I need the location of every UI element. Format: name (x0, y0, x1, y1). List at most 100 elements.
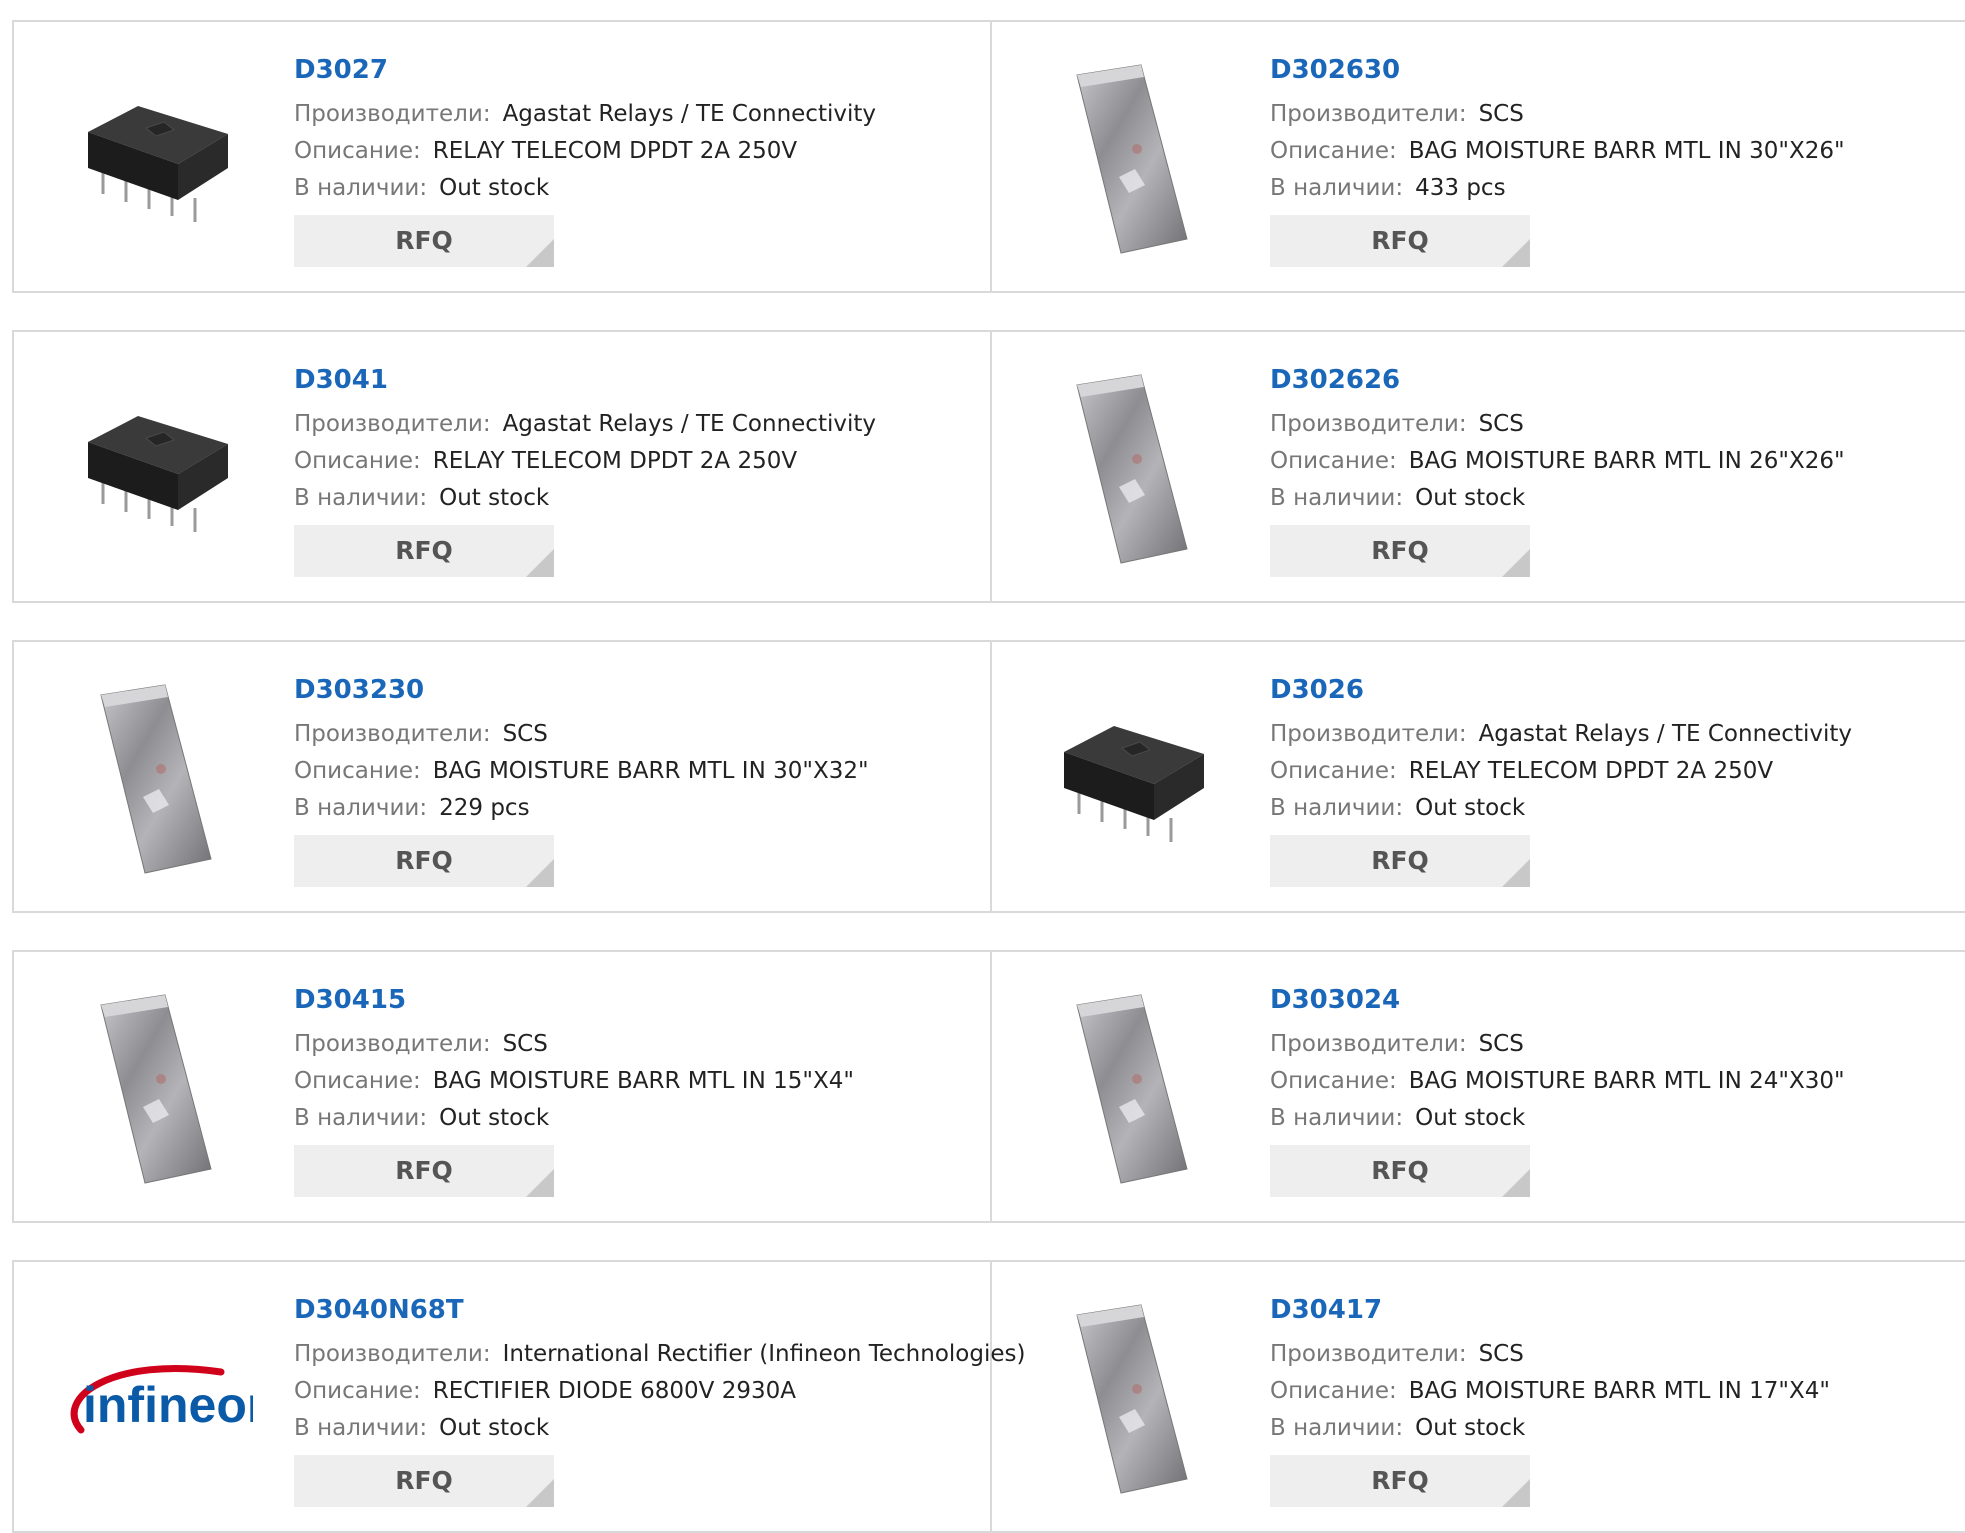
infineon-logo-text: infineon (83, 1377, 253, 1433)
part-number-link[interactable]: D30415 (294, 982, 854, 1018)
manufacturer-line: Производители: SCS (294, 1026, 854, 1063)
manufacturer-label: Производители: (294, 1031, 491, 1057)
rfq-label: RFQ (1371, 226, 1429, 255)
description-value: BAG MOISTURE BARR MTL IN 15"X4" (432, 1068, 854, 1094)
rfq-button[interactable]: RFQ (294, 835, 554, 887)
manufacturer-value: SCS (1478, 411, 1524, 437)
rfq-label: RFQ (1371, 1466, 1429, 1495)
product-info: D302630 Производители: SCS Описание: BAG MOI… (1270, 52, 1845, 267)
stock-line: В наличии: 433 pcs (1270, 170, 1845, 207)
stock-value: 229 pcs (439, 795, 530, 821)
part-number-link[interactable]: D3026 (1270, 672, 1852, 708)
moisture-bag-image[interactable] (1028, 1296, 1230, 1498)
corner-fold-icon (526, 549, 554, 577)
stock-value: Out stock (1415, 1415, 1526, 1441)
stock-line: В наличии: Out stock (1270, 1100, 1845, 1137)
part-number-link[interactable]: D303230 (294, 672, 869, 708)
rfq-button[interactable]: RFQ (294, 215, 554, 267)
description-label: Описание: (294, 758, 421, 784)
product-card: D30417 Производители: SCS Описание: BAG MOIS… (992, 1262, 1965, 1531)
corner-fold-icon (526, 859, 554, 887)
relay-image[interactable] (1028, 676, 1230, 878)
stock-label: В наличии: (1270, 1105, 1404, 1131)
rfq-button[interactable]: RFQ (1270, 835, 1530, 887)
description-label: Описание: (294, 448, 421, 474)
stock-value: Out stock (439, 1105, 550, 1131)
description-line: Описание: BAG MOISTURE BARR MTL IN 17"X4" (1270, 1373, 1830, 1410)
part-number-link[interactable]: D302626 (1270, 362, 1845, 398)
rfq-button[interactable]: RFQ (1270, 525, 1530, 577)
stock-label: В наличии: (1270, 175, 1404, 201)
stock-value: Out stock (1415, 795, 1526, 821)
product-info: D30417 Производители: SCS Описание: BAG MOIS… (1270, 1292, 1830, 1507)
stock-line: В наличии: 229 pcs (294, 790, 869, 827)
stock-line: В наличии: Out stock (294, 170, 876, 207)
manufacturer-label: Производители: (1270, 721, 1467, 747)
manufacturer-value: Agastat Relays / TE Connectivity (502, 411, 876, 437)
part-number-link[interactable]: D303024 (1270, 982, 1845, 1018)
part-number-link[interactable]: D302630 (1270, 52, 1845, 88)
part-number-link[interactable]: D3040N68T (294, 1292, 1025, 1328)
manufacturer-line: Производители: Agastat Relays / TE Connec… (294, 406, 876, 443)
product-row: D3027 Производители: Agastat Relays / TE C… (12, 20, 1965, 293)
manufacturer-line: Производители: SCS (1270, 96, 1845, 133)
description-label: Описание: (1270, 1378, 1397, 1404)
description-label: Описание: (1270, 448, 1397, 474)
description-value: BAG MOISTURE BARR MTL IN 30"X32" (432, 758, 869, 784)
moisture-bag-image[interactable] (1028, 56, 1230, 258)
product-card: D3026 Производители: Agastat Relays / TE C… (992, 642, 1965, 911)
stock-line: В наличии: Out stock (1270, 790, 1852, 827)
rfq-label: RFQ (395, 536, 453, 565)
description-label: Описание: (1270, 758, 1397, 784)
manufacturer-line: Производители: SCS (1270, 1026, 1845, 1063)
description-value: RECTIFIER DIODE 6800V 2930A (432, 1378, 796, 1404)
rfq-button[interactable]: RFQ (294, 525, 554, 577)
stock-value: Out stock (439, 175, 550, 201)
rfq-label: RFQ (395, 226, 453, 255)
rfq-label: RFQ (395, 1466, 453, 1495)
corner-fold-icon (1502, 1479, 1530, 1507)
stock-line: В наличии: Out stock (294, 1100, 854, 1137)
manufacturer-value: SCS (502, 721, 548, 747)
corner-fold-icon (1502, 859, 1530, 887)
manufacturer-value: SCS (1478, 1341, 1524, 1367)
manufacturer-value: SCS (1478, 1031, 1524, 1057)
product-card: D3041 Производители: Agastat Relays / TE C… (14, 332, 992, 601)
description-value: BAG MOISTURE BARR MTL IN 30"X26" (1408, 138, 1845, 164)
product-card: D303024 Производители: SCS Описание: BAG MOI… (992, 952, 1965, 1221)
corner-fold-icon (526, 1479, 554, 1507)
rfq-button[interactable]: RFQ (294, 1455, 554, 1507)
rfq-button[interactable]: RFQ (1270, 1145, 1530, 1197)
part-number-link[interactable]: D3027 (294, 52, 876, 88)
description-line: Описание: RELAY TELECOM DPDT 2A 250V (294, 443, 876, 480)
description-value: RELAY TELECOM DPDT 2A 250V (1408, 758, 1774, 784)
product-info: D3040N68T Производители: International Rec… (294, 1292, 1025, 1507)
manufacturer-line: Производители: International Rectifier (I… (294, 1336, 1025, 1373)
moisture-bag-image[interactable] (1028, 986, 1230, 1188)
rfq-label: RFQ (1371, 1156, 1429, 1185)
corner-fold-icon (526, 1169, 554, 1197)
product-info: D302626 Производители: SCS Описание: BAG MOI… (1270, 362, 1845, 577)
stock-label: В наличии: (294, 1415, 428, 1441)
rfq-button[interactable]: RFQ (294, 1145, 554, 1197)
moisture-bag-image[interactable] (1028, 366, 1230, 568)
manufacturer-line: Производители: Agastat Relays / TE Connec… (294, 96, 876, 133)
description-line: Описание: BAG MOISTURE BARR MTL IN 15"X4" (294, 1063, 854, 1100)
part-number-link[interactable]: D30417 (1270, 1292, 1830, 1328)
description-label: Описание: (294, 1378, 421, 1404)
description-label: Описание: (294, 1068, 421, 1094)
rfq-label: RFQ (1371, 846, 1429, 875)
rfq-button[interactable]: RFQ (1270, 215, 1530, 267)
rfq-button[interactable]: RFQ (1270, 1455, 1530, 1507)
relay-image[interactable] (52, 56, 254, 258)
corner-fold-icon (1502, 239, 1530, 267)
stock-label: В наличии: (1270, 1415, 1404, 1441)
relay-image[interactable] (52, 366, 254, 568)
moisture-bag-image[interactable] (52, 676, 254, 878)
part-number-link[interactable]: D3041 (294, 362, 876, 398)
infineon-logo[interactable]: infineon (52, 1296, 254, 1498)
stock-value: 433 pcs (1415, 175, 1506, 201)
description-line: Описание: BAG MOISTURE BARR MTL IN 24"X30… (1270, 1063, 1845, 1100)
moisture-bag-image[interactable] (52, 986, 254, 1188)
manufacturer-label: Производители: (294, 411, 491, 437)
